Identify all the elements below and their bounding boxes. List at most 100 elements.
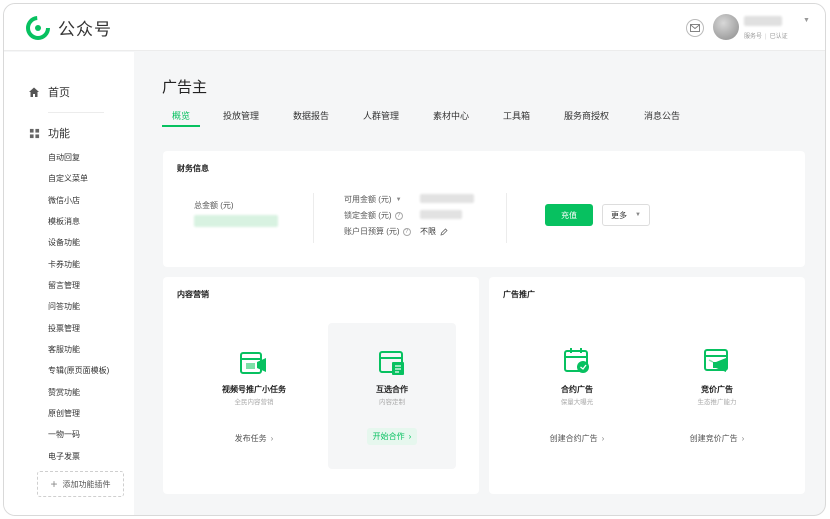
tile-title: 互选合作 [376,385,408,394]
available-amount-row[interactable]: 可用金额 (元) ▼ [344,194,402,205]
total-amount-label: 总金额 (元) [194,201,234,210]
tile-subtitle: 生态推广能力 [697,399,737,406]
sidebar-home-label: 首页 [48,87,70,99]
start-cooperation-label: 开始合作 [372,432,405,441]
app-name: 公众号 [58,20,112,39]
recharge-button[interactable]: 充值 [545,204,593,226]
tile-subtitle: 内容定制 [379,399,405,406]
mail-icon[interactable] [686,19,704,37]
main-content: 广告主 概览 投放管理 数据报告 人群管理 素材中心 工具箱 服务商授权 消息公… [134,52,825,515]
account-avatar[interactable] [713,14,739,40]
sidebar-item[interactable]: 卡券功能 [48,259,80,270]
sidebar-item[interactable]: 模板消息 [48,216,80,227]
more-label: 更多 [611,210,627,220]
contract-ad-tile[interactable]: 合约广告 保量大曝光 创建合约广告 › [523,323,631,469]
page-title: 广告主 [162,79,208,96]
locked-amount-label: 锁定金额 (元) [344,211,392,220]
sidebar-item-home[interactable]: 首页 [28,84,70,100]
tile-title: 合约广告 [561,385,593,394]
finance-divider [313,193,314,243]
locked-amount-row: 锁定金额 (元) ? [344,210,403,221]
home-icon [28,86,40,98]
grid-icon [28,127,40,139]
publish-task-link[interactable]: 发布任务 › [200,433,308,444]
chevron-right-icon: › [270,434,274,443]
tab-reports[interactable]: 数据报告 [293,109,329,122]
tab-delivery[interactable]: 投放管理 [223,109,259,122]
tile-subtitle: 全民内容营销 [234,399,274,406]
plus-icon: + [50,477,58,491]
create-contract-ad-label: 创建合约广告 [549,434,598,443]
chevron-down-icon: ▼ [395,196,402,203]
tab-audience[interactable]: 人群管理 [363,109,399,122]
sidebar-item[interactable]: 投票管理 [48,323,80,334]
daily-budget-label: 账户日预算 (元) [344,227,400,236]
locked-amount-value-blurred [420,210,462,219]
chevron-right-icon: › [741,434,745,443]
video-promote-icon [240,352,266,374]
create-bidding-ad-label: 创建竞价广告 [689,434,738,443]
mutual-selection-tile[interactable]: 互选合作 内容定制 开始合作 › [328,323,456,469]
calendar-icon [564,348,589,373]
daily-budget-text: 不限 [420,227,436,236]
sidebar-item[interactable]: 留言管理 [48,280,80,291]
tab-toolbox[interactable]: 工具箱 [503,109,530,122]
sidebar-item[interactable]: 原创管理 [48,408,80,419]
tile-subtitle: 保量大曝光 [560,399,594,406]
ad-promotion-title: 广告推广 [503,290,535,299]
more-dropdown[interactable]: 更多 ▼ [602,204,650,226]
tab-overview[interactable]: 概览 [172,109,190,122]
add-plugin-label: 添加功能插件 [62,479,111,489]
tile-title: 视频号推广小任务 [222,385,286,394]
chevron-down-icon: ▼ [635,212,641,218]
sidebar-item[interactable]: 自定义菜单 [48,173,88,184]
active-tab-indicator [162,125,200,127]
app-logo[interactable]: 公众号 [26,15,112,40]
tab-announcements[interactable]: 消息公告 [644,109,680,122]
sidebar-item-features[interactable]: 功能 [28,125,70,141]
tab-assets[interactable]: 素材中心 [433,109,469,122]
pencil-icon[interactable] [440,227,448,236]
bidding-ad-tile[interactable]: 竞价广告 生态推广能力 创建竞价广告 › [663,323,771,469]
ad-promotion-card: 广告推广 合约广告 保量大曝光 创建合约广告 › 竞价广告 生态推广能力 创建竞… [489,277,805,494]
sidebar-item[interactable]: 设备功能 [48,237,80,248]
video-task-tile[interactable]: 视频号推广小任务 全民内容营销 发布任务 › [200,323,308,469]
sidebar-item[interactable]: 问答功能 [48,301,80,312]
account-name-blurred [744,16,782,26]
content-marketing-title: 内容营销 [177,290,209,299]
sidebar-item[interactable]: 一物一码 [48,429,80,440]
content-marketing-card: 内容营销 视频号推广小任务 全民内容营销 发布任务 › 互选合作 内容定制 开始… [163,277,479,494]
sidebar-item[interactable]: 自动回复 [48,152,80,163]
add-plugin-button[interactable]: + 添加功能插件 [37,471,124,497]
daily-budget-row: 账户日预算 (元) ? [344,226,411,237]
chevron-right-icon: › [408,432,412,441]
total-amount-value-blurred [194,215,278,227]
account-type: 服务号 [744,34,763,40]
sidebar-divider [48,112,104,113]
sidebar-item[interactable]: 赞赏功能 [48,387,80,398]
cooperation-icon [379,351,404,375]
start-cooperation-button[interactable]: 开始合作 › [328,428,456,445]
available-amount-value-blurred [420,194,474,203]
account-meta: 服务号 | 已认证 [744,34,788,40]
wechat-official-account-logo-icon [26,15,50,40]
megaphone-icon [704,349,728,372]
tab-provider-auth[interactable]: 服务商授权 [564,109,609,122]
finance-card: 财务信息 总金额 (元) 可用金额 (元) ▼ 锁定金额 (元) ? 账户日预算… [163,151,805,267]
sidebar-item[interactable]: 客服功能 [48,344,80,355]
create-contract-ad-link[interactable]: 创建合约广告 › [523,433,631,444]
sidebar-item[interactable]: 专辑(原页面模板) [48,365,109,376]
available-amount-label: 可用金额 (元) [344,195,392,204]
sidebar-item[interactable]: 电子发票 [48,451,80,462]
publish-task-label: 发布任务 [234,434,267,443]
create-bidding-ad-link[interactable]: 创建竞价广告 › [663,433,771,444]
chevron-right-icon: › [601,434,605,443]
account-caret-icon[interactable]: ▼ [803,17,810,24]
finance-title: 财务信息 [177,164,209,173]
finance-divider [506,193,507,243]
tile-title: 竞价广告 [701,385,733,394]
sidebar-item[interactable]: 微信小店 [48,195,80,206]
help-icon[interactable]: ? [402,227,411,236]
help-icon[interactable]: ? [394,211,403,220]
sidebar-features-label: 功能 [48,128,70,140]
